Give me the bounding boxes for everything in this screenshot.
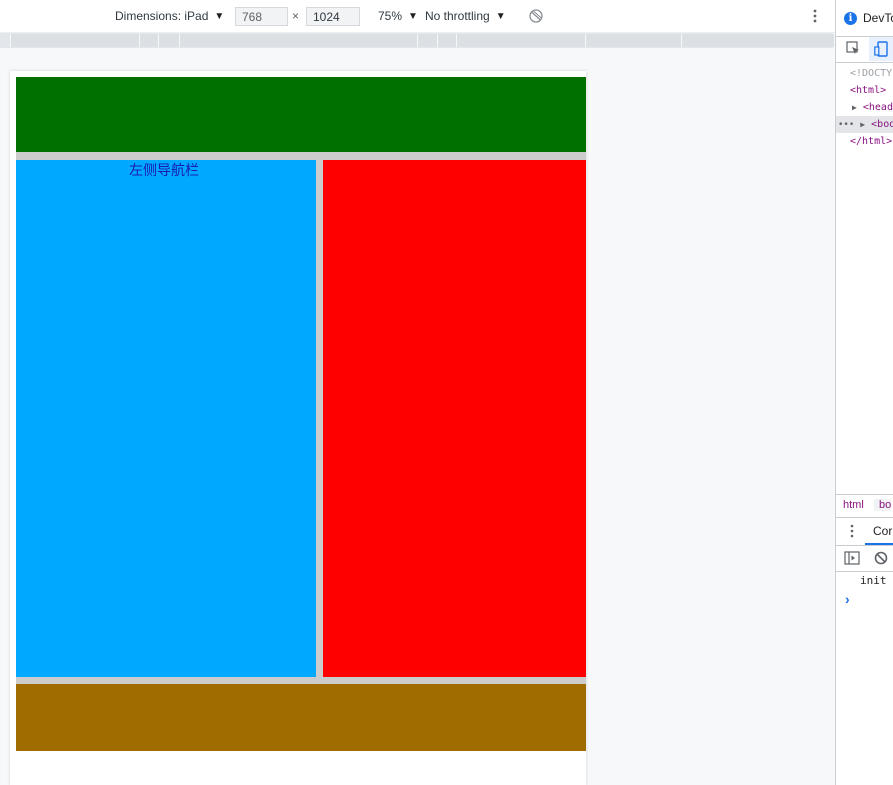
zoom-label: 75% <box>378 9 403 23</box>
console-prompt-icon[interactable]: › <box>845 591 850 607</box>
throttling-caret-icon: ▼ <box>495 10 506 22</box>
expand-triangle-icon[interactable]: ▶ <box>852 103 857 112</box>
console-message: init <box>860 574 887 587</box>
zoom-dropdown[interactable]: 75% ▼ <box>378 0 418 32</box>
clear-console-icon[interactable] <box>874 551 888 565</box>
devtools-title: DevTo <box>863 11 893 25</box>
left-nav-text: 左侧导航栏 <box>129 163 199 179</box>
ruler-segment[interactable] <box>456 34 585 47</box>
media-query-ruler[interactable] <box>0 33 834 48</box>
main-content-block <box>323 160 586 677</box>
dom-html-open[interactable]: <html> <box>836 82 893 99</box>
info-icon[interactable]: i <box>844 12 857 25</box>
devtools-header: i DevTo <box>836 0 893 37</box>
ruler-segment[interactable] <box>681 34 834 47</box>
device-toolbar: Dimensions: iPad ▼ 768 × 1024 75% ▼ No t… <box>0 0 835 33</box>
rotate-icon <box>529 9 543 23</box>
width-input[interactable]: 768 <box>235 7 288 26</box>
ellipsis-icon[interactable]: ••• <box>838 120 854 130</box>
footer-block <box>16 684 586 751</box>
breadcrumb-body[interactable]: bo <box>874 499 892 511</box>
tab-console[interactable]: Cor <box>865 517 893 545</box>
drawer-menu-icon[interactable] <box>850 524 854 538</box>
ruler-segment[interactable] <box>10 34 139 47</box>
device-toggle-button[interactable] <box>869 37 893 61</box>
device-mode-icon <box>874 41 888 57</box>
rotate-button[interactable] <box>528 0 544 32</box>
ruler-segment[interactable] <box>139 34 158 47</box>
drawer-tab-bar: Cor <box>836 517 893 546</box>
inspect-element-icon[interactable] <box>846 41 860 55</box>
sidebar-toggle-icon[interactable] <box>844 551 860 565</box>
devtools-tool-row <box>836 36 893 63</box>
breadcrumb-html[interactable]: html <box>843 499 864 511</box>
header-block <box>16 77 586 152</box>
times-sign: × <box>292 9 300 23</box>
ruler-segment[interactable] <box>585 34 681 47</box>
page-layout: 左侧导航栏 <box>16 77 586 751</box>
ruler-segment[interactable] <box>437 34 456 47</box>
zoom-caret-icon: ▼ <box>408 10 418 22</box>
more-options-button[interactable] <box>812 0 818 32</box>
dom-doctype[interactable]: <!DOCTY <box>836 65 893 82</box>
dom-head-node[interactable]: ▶ <head <box>836 99 893 116</box>
ruler-segment[interactable] <box>179 34 417 47</box>
expand-triangle-icon[interactable]: ▶ <box>860 120 865 129</box>
device-emulation-area: Dimensions: iPad ▼ 768 × 1024 75% ▼ No t… <box>0 0 835 785</box>
height-input[interactable]: 1024 <box>306 7 360 26</box>
ruler-segment[interactable] <box>417 34 437 47</box>
more-vert-icon <box>813 9 817 23</box>
dimensions-dropdown[interactable]: Dimensions: iPad ▼ <box>115 0 224 32</box>
throttling-label: No throttling <box>425 9 490 23</box>
dom-html-close[interactable]: </html> <box>836 133 893 150</box>
left-nav-block: 左侧导航栏 <box>16 160 316 677</box>
dom-breadcrumb: html bo <box>836 494 893 518</box>
dimensions-caret-icon: ▼ <box>214 10 225 22</box>
dimensions-label: Dimensions: iPad <box>115 9 209 23</box>
dom-body-node[interactable]: ••• ▶ <body <box>836 116 893 133</box>
devtools-panel: i DevTo <!DOCTY <html> ▶ <head ••• ▶ <bo <box>835 0 893 785</box>
ruler-segment[interactable] <box>158 34 179 47</box>
device-viewport: 左侧导航栏 <box>10 71 586 785</box>
console-toolbar <box>836 545 893 572</box>
throttling-dropdown[interactable]: No throttling ▼ <box>425 0 506 32</box>
